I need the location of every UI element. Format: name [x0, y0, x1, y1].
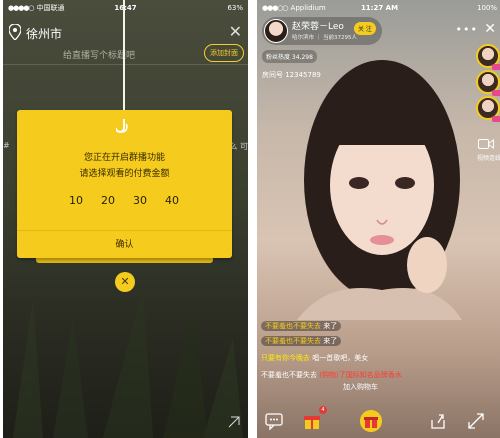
chat-message: 不要羞也不要失去 来了 [261, 321, 342, 331]
close-icon[interactable]: ✕ [484, 21, 496, 37]
close-icon[interactable]: ✕ [229, 22, 242, 41]
streamer-video [297, 60, 462, 320]
modal-string [123, 0, 125, 110]
chat-icon[interactable] [265, 412, 283, 430]
dialog-message-2: 请选择观看的付费金额 [79, 169, 170, 179]
viewer-badge [492, 116, 500, 122]
fan-heat: 粉丝热度 34,298 [262, 50, 317, 63]
video-link-label[interactable]: 视频连线 [477, 153, 500, 162]
chat-text: 唱一首歌吧，美女 [312, 354, 369, 362]
shrink-icon[interactable] [228, 416, 240, 428]
fullscreen-icon[interactable] [467, 412, 485, 430]
video-call-icon[interactable] [478, 138, 494, 150]
room-number: 房间号 12345789 [262, 71, 321, 79]
side-text-right: 么 可 [229, 142, 248, 151]
host-meta: 哈尔滨市 ｜ 当前37295人 [292, 35, 357, 41]
price-option[interactable]: 10 [69, 194, 83, 207]
gift-icon[interactable] [303, 412, 321, 430]
chat-text: 来了 [323, 322, 338, 330]
left-screen: ●●●●○ 中国联通 16:47 63% 徐州市 ✕ 给直播写个标题吧 添加封面… [3, 0, 248, 438]
chat-text: (购物)了国际知名品牌香水 [319, 371, 402, 379]
divider [3, 64, 248, 65]
status-bar: ●●●○○ Applidium 11:27 AM 100% [257, 0, 500, 16]
side-text-left: # [3, 141, 10, 150]
add-cover-button[interactable]: 添加封面 [204, 44, 244, 62]
host-info[interactable]: 赵荣蓉－Leo 哈尔滨市 ｜ 当前37295人 关 注 [262, 17, 382, 45]
price-option[interactable]: 40 [165, 194, 179, 207]
location-pin-icon[interactable] [9, 24, 21, 40]
bottom-toolbar: 4 [257, 406, 500, 438]
chat-message: 只要有你今晚去 唱一首歌吧，美女 [261, 353, 368, 363]
price-option[interactable]: 30 [133, 194, 147, 207]
status-bar: ●●●●○ 中国联通 16:47 63% [3, 0, 248, 16]
close-circle-icon[interactable]: ✕ [115, 272, 135, 292]
chat-message: 加入购物车 [343, 382, 378, 392]
gift-center-icon[interactable] [360, 410, 382, 432]
gift-count-badge: 4 [319, 406, 327, 414]
chat-message: 不要羞也不要失去 (购物)了国际知名品牌香水 [261, 370, 402, 380]
add-to-cart-text[interactable]: 加入购物车 [343, 383, 378, 391]
clock: 11:27 AM [360, 4, 399, 12]
follow-button[interactable]: 关 注 [354, 22, 376, 35]
viewer-badge [492, 90, 500, 96]
chat-message: 不要羞也不要失去 来了 [261, 336, 342, 346]
more-icon[interactable]: ••• [456, 23, 478, 36]
price-options: 10 20 30 40 [69, 194, 179, 207]
host-avatar[interactable] [264, 19, 288, 43]
chat-user: 不要羞也不要失去 [265, 337, 321, 345]
paid-broadcast-dialog: 您正在开启群播功能 请选择观看的付费金额 10 20 30 40 确认 [17, 110, 232, 258]
chat-text: 来了 [323, 337, 338, 345]
dialog-message-1: 您正在开启群播功能 [83, 153, 165, 163]
clock: 16:47 [114, 4, 137, 12]
chat-user: 不要羞也不要失去 [265, 322, 321, 330]
share-icon[interactable] [429, 412, 447, 430]
chat-user: 不要羞也不要失去 [261, 371, 317, 379]
viewer-badge [492, 64, 500, 70]
right-screen: ●●●○○ Applidium 11:27 AM 100% 赵荣蓉－Leo 哈尔… [257, 0, 500, 438]
price-option[interactable]: 20 [101, 194, 115, 207]
city-name[interactable]: 徐州市 [26, 25, 62, 42]
host-name: 赵荣蓉－Leo [292, 22, 344, 32]
chat-user: 只要有你今晚去 [261, 354, 310, 362]
confirm-button[interactable]: 确认 [17, 230, 232, 258]
hook-icon [116, 119, 128, 133]
